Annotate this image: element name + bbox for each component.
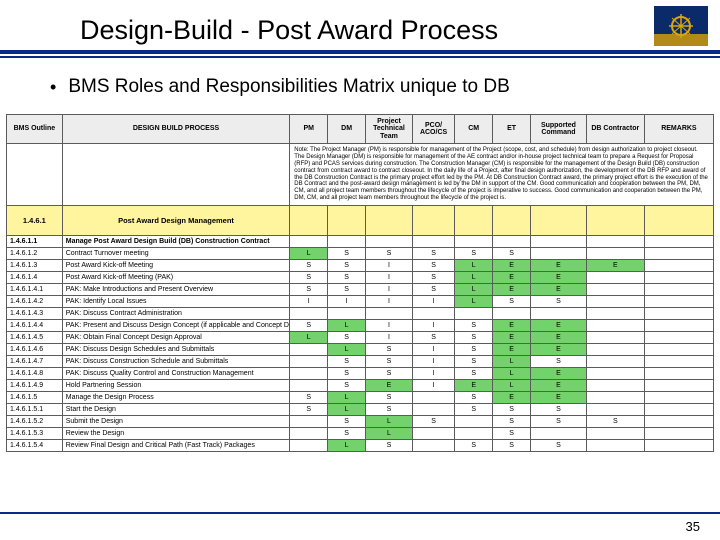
col-pm: PM <box>290 115 328 144</box>
section-header-row: 1.4.6.1Post Award Design Management <box>7 206 714 236</box>
table-row: 1.4.6.1.4.2PAK: Identify Local IssuesIII… <box>7 296 714 308</box>
table-row: 1.4.6.1.5.1Start the DesignSLSSSS <box>7 404 714 416</box>
col-et: ET <box>493 115 531 144</box>
col-ptt: Project Technical Team <box>366 115 413 144</box>
page-number: 35 <box>686 519 700 534</box>
bullet-icon: • <box>50 78 56 96</box>
table-row: 1.4.6.1.3Post Award Kick-off MeetingSSIS… <box>7 260 714 272</box>
table-row: 1.4.6.1.4.4PAK: Present and Discuss Desi… <box>7 320 714 332</box>
col-remarks: REMARKS <box>644 115 713 144</box>
col-dbc: DB Contractor <box>586 115 644 144</box>
table-row: 1.4.6.1.4.1PAK: Make Introductions and P… <box>7 284 714 296</box>
table-row: 1.4.6.1.4.7PAK: Discuss Construction Sch… <box>7 356 714 368</box>
col-dm: DM <box>328 115 366 144</box>
col-pco: PCO/ ACO/CS <box>412 115 454 144</box>
roles-matrix-table: BMS Outline DESIGN BUILD PROCESS PM DM P… <box>6 114 714 452</box>
bullet-text: BMS Roles and Responsibilities Matrix un… <box>68 76 509 98</box>
table-row: 1.4.6.1.4.3PAK: Discuss Contract Adminis… <box>7 308 714 320</box>
table-row: 1.4.6.1.4.6PAK: Discuss Design Schedules… <box>7 344 714 356</box>
table-header-row: BMS Outline DESIGN BUILD PROCESS PM DM P… <box>7 115 714 144</box>
table-row: 1.4.6.1.5.4Review Final Design and Criti… <box>7 440 714 452</box>
page-title: Design-Build - Post Award Process <box>80 15 498 46</box>
table-row: 1.4.6.1.4.5PAK: Obtain Final Concept Des… <box>7 332 714 344</box>
col-cm: CM <box>455 115 493 144</box>
table-row: 1.4.6.1.5.3Review the DesignSLS <box>7 428 714 440</box>
note-text: Note: The Project Manager (PM) is respon… <box>290 144 714 206</box>
compass-icon <box>667 14 695 38</box>
table-row: 1.4.6.1.4Post Award Kick-off Meeting (PA… <box>7 272 714 284</box>
bullet-row: • BMS Roles and Responsibilities Matrix … <box>0 58 720 110</box>
table-row: 1.4.6.1.4.9Hold Partnering SessionSEIELE <box>7 380 714 392</box>
sub-header-row: 1.4.6.1.1Manage Post Award Design Build … <box>7 236 714 248</box>
table-row: 1.4.6.1.5.2Submit the DesignSLSSSS <box>7 416 714 428</box>
col-outline: BMS Outline <box>7 115 63 144</box>
table-row: 1.4.6.1.2Contract Turnover meetingLSSSSS <box>7 248 714 260</box>
navfac-logo <box>654 6 708 46</box>
footer-divider <box>0 512 720 514</box>
note-row: Note: The Project Manager (PM) is respon… <box>7 144 714 206</box>
table-row: 1.4.6.1.5Manage the Design ProcessSLSSEE <box>7 392 714 404</box>
table-row: 1.4.6.1.4.8PAK: Discuss Quality Control … <box>7 368 714 380</box>
header-divider <box>0 50 720 58</box>
col-process: DESIGN BUILD PROCESS <box>62 115 289 144</box>
col-cmd: Supported Command <box>531 115 587 144</box>
